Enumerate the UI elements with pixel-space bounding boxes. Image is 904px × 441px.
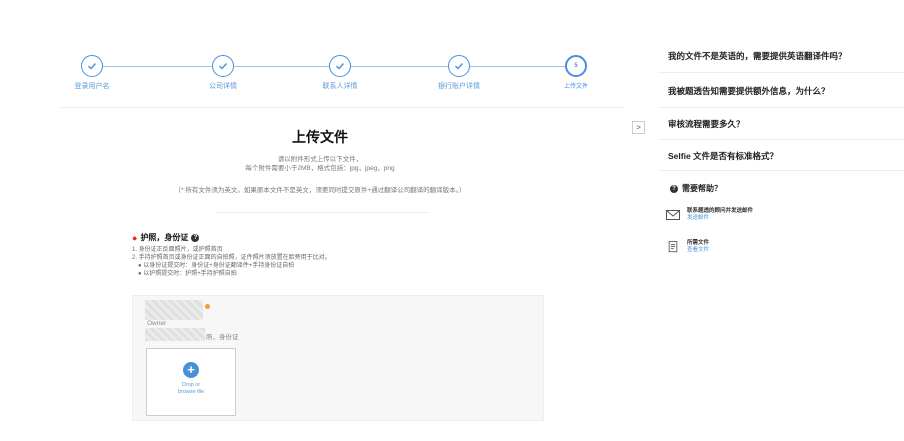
envelope-icon xyxy=(666,210,680,220)
required-marker: ● xyxy=(132,232,138,243)
step-label: 联系人详情 xyxy=(322,83,358,90)
drop-text: Drop or browse file xyxy=(177,382,205,395)
help-heading: ? 需要帮助？ xyxy=(670,183,722,194)
page: 登录用户名 公司详情 联系人详情 银行账户详情 5 上传文件 > 上传文件 请以… xyxy=(0,0,904,441)
check-icon xyxy=(212,55,234,77)
divider xyxy=(60,107,625,108)
page-title: 上传文件 xyxy=(292,129,348,145)
faq-item-translation[interactable]: 我的文件不是英语的，需要提供英语翻译件吗？ xyxy=(668,50,898,62)
step-bank[interactable]: 银行账户详情 xyxy=(414,55,504,91)
check-icon xyxy=(448,55,470,77)
owner-doc-label: 照，身份证 xyxy=(206,334,239,341)
file-dropzone[interactable]: + Drop or browse file xyxy=(146,348,236,416)
divider xyxy=(658,72,904,73)
step-label: 登录用户名 xyxy=(74,83,110,90)
upload-panel: Owner 照，身份证 + Drop or browse file xyxy=(132,295,544,421)
help-documents[interactable]: 所需文件 查看文件 xyxy=(666,240,709,254)
upload-instructions: 请以附件形式上传以下文件， 每个附件需要小于2MB，格式包括：jpg，jpeg，… xyxy=(245,156,395,172)
progress-stepper: 登录用户名 公司详情 联系人详情 银行账户详情 5 上传文件 xyxy=(60,55,608,95)
check-icon xyxy=(81,55,103,77)
step-contact[interactable]: 联系人详情 xyxy=(295,55,385,91)
check-icon xyxy=(329,55,351,77)
owner-label: Owner xyxy=(147,320,167,327)
help-icon[interactable]: ? xyxy=(191,233,200,242)
send-email-link[interactable]: 发送邮件 xyxy=(687,215,753,222)
step-label: 银行账户详情 xyxy=(438,83,480,90)
collapse-sidebar-button[interactable]: > xyxy=(632,121,645,134)
section-instructions: 1. 身份证正反面照片，或护照首页 2. 手持护照首页或身份证正面的自拍照，证件… xyxy=(132,247,331,277)
divider xyxy=(658,170,904,171)
redacted-owner xyxy=(145,328,205,341)
plus-icon[interactable]: + xyxy=(183,362,199,378)
step-number: 5 xyxy=(565,55,587,77)
document-icon xyxy=(668,241,678,253)
step-label: 上传文件 xyxy=(563,84,588,90)
redacted-name xyxy=(145,300,203,320)
faq-item-extra-info[interactable]: 我被题透告知需要提供额外信息，为什么？ xyxy=(668,85,898,97)
faq-item-selfie[interactable]: Selfie 文件是否有标准格式？ xyxy=(668,150,898,162)
divider xyxy=(658,139,904,140)
divider xyxy=(658,107,904,108)
step-label: 公司详情 xyxy=(209,83,237,90)
section-title: ● 护照，身份证 ? xyxy=(132,232,200,243)
status-dot xyxy=(205,304,210,309)
step-upload[interactable]: 5 上传文件 xyxy=(531,55,621,90)
help-icon: ? xyxy=(670,184,678,193)
divider xyxy=(215,212,430,213)
faq-item-review-time[interactable]: 审核流程需要多久？ xyxy=(668,118,898,130)
step-login[interactable]: 登录用户名 xyxy=(47,55,137,91)
help-email[interactable]: 联系题透的顾问并发送邮件 发送邮件 xyxy=(666,208,753,222)
view-documents-link[interactable]: 查看文件 xyxy=(687,247,709,254)
english-note: （* 所有文件须为英文。如果原本文件不是英文，须要同时提交原件+通过翻译公司翻译… xyxy=(174,187,466,194)
step-company[interactable]: 公司详情 xyxy=(178,55,268,91)
